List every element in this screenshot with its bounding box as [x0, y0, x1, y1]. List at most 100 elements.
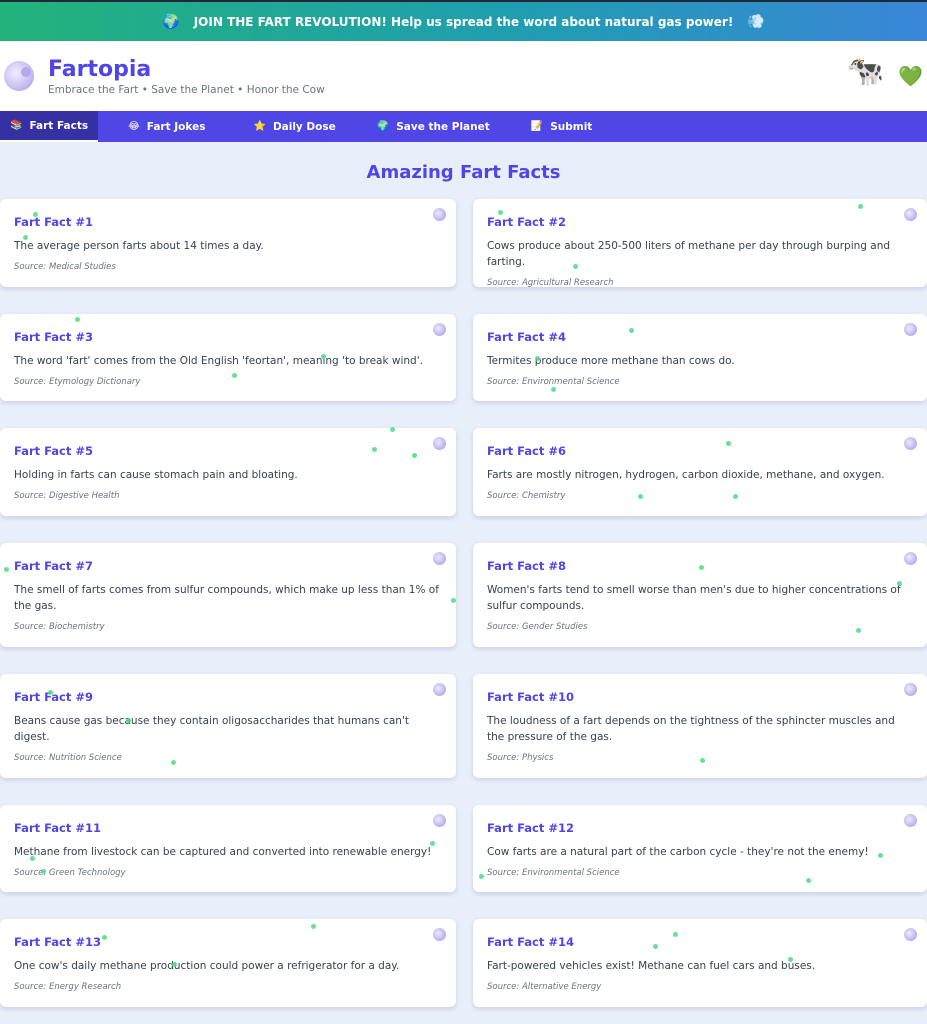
fact-title: Fart Fact #4	[487, 330, 567, 344]
gas-bubble	[311, 924, 316, 929]
gas-bubble	[172, 962, 177, 967]
cloud-icon	[904, 928, 917, 941]
gas-bubble	[4, 567, 9, 572]
nav-label: Fart Facts	[29, 119, 89, 132]
fact-card: Fart Fact #11 Methane from livestock can…	[0, 805, 456, 892]
fact-source: Source: Energy Research	[14, 982, 122, 992]
fact-title: Fart Fact #1	[14, 215, 94, 229]
cloud-icon	[904, 552, 917, 565]
cow-icon: 🐄	[846, 54, 885, 89]
star-icon: ⭐	[253, 121, 266, 132]
site-header: Fartopia Embrace the Fart • Save the Pla…	[0, 41, 927, 111]
fact-text: Cow farts are a natural part of the carb…	[487, 846, 869, 858]
gas-bubble	[412, 453, 417, 458]
wind-icon: 💨	[747, 13, 765, 30]
fact-card: Fart Fact #5 Holding in farts can cause …	[0, 428, 456, 516]
fact-source: Source: Environmental Science	[487, 868, 620, 878]
fact-title: Fart Fact #10	[487, 690, 575, 704]
nav-tab-daily-dose[interactable]: ⭐ Daily Dose	[231, 111, 361, 142]
fact-card: Fart Fact #14 Fart-powered vehicles exis…	[473, 919, 927, 1007]
laughing-face-icon: 😂	[128, 121, 140, 132]
fact-text: Termites produce more methane than cows …	[487, 355, 735, 367]
fact-title: Fart Fact #14	[487, 935, 575, 949]
cloud-icon	[904, 437, 917, 450]
gas-bubble	[23, 235, 28, 240]
gas-bubble	[551, 387, 556, 392]
gas-bubble	[430, 841, 435, 846]
fact-title: Fart Fact #12	[487, 821, 575, 835]
gas-bubble	[451, 598, 456, 603]
gas-bubble	[856, 628, 861, 633]
fact-card: Fart Fact #2 Cows produce about 250-500 …	[473, 199, 927, 288]
cloud-icon	[433, 208, 446, 221]
cloud-icon	[433, 814, 446, 827]
gas-bubble	[321, 354, 326, 359]
globe-icon: 🌍	[162, 13, 180, 30]
fact-card: Fart Fact #3 The word 'fart' comes from …	[0, 314, 456, 401]
fact-title: Fart Fact #13	[14, 935, 102, 949]
cloud-icon	[904, 683, 917, 696]
fact-title: Fart Fact #2	[487, 215, 567, 229]
gas-bubble	[673, 932, 678, 937]
fact-source: Source: Green Technology	[14, 868, 126, 878]
gas-bubble	[372, 447, 377, 452]
fact-source: Source: Alternative Energy	[487, 982, 602, 992]
gas-bubble	[232, 373, 237, 378]
gas-bubble	[171, 760, 176, 765]
fact-text: Fart-powered vehicles exist! Methane can…	[487, 960, 816, 972]
gas-bubble	[573, 264, 578, 269]
banner-text: JOIN THE FART REVOLUTION! Help us spread…	[193, 14, 734, 29]
fact-title: Fart Fact #7	[14, 559, 94, 573]
gas-bubble	[390, 427, 395, 432]
gas-bubble	[733, 494, 738, 499]
fact-text: Holding in farts can cause stomach pain …	[14, 469, 298, 481]
gas-bubble	[638, 494, 643, 499]
fact-card: Fart Fact #9 Beans cause gas because the…	[0, 674, 456, 778]
site-subtitle: Embrace the Fart • Save the Planet • Hon…	[48, 83, 325, 96]
nav-tab-fart-jokes[interactable]: 😂 Fart Jokes	[98, 111, 231, 142]
fact-text: Methane from livestock can be captured a…	[14, 846, 432, 858]
gas-bubble	[788, 957, 793, 962]
fact-text: Cows produce about 250-500 liters of met…	[487, 240, 891, 268]
gas-bubble	[726, 441, 731, 446]
heart-icon: 💚	[898, 64, 923, 88]
gas-bubble	[653, 944, 658, 949]
fact-text: The loudness of a fart depends on the ti…	[487, 715, 895, 743]
fact-source: Source: Nutrition Science	[14, 753, 122, 763]
fact-source: Source: Etymology Dictionary	[14, 377, 141, 387]
gas-bubble	[498, 210, 503, 215]
cloud-icon	[904, 814, 917, 827]
gas-bubble	[126, 718, 131, 723]
fact-source: Source: Medical Studies	[14, 262, 116, 272]
brand: Fartopia Embrace the Fart • Save the Pla…	[48, 57, 325, 96]
fact-text: The word 'fart' comes from the Old Engli…	[14, 355, 423, 367]
fact-source: Source: Gender Studies	[487, 622, 588, 632]
gas-bubble	[102, 935, 107, 940]
nav-tab-fart-facts[interactable]: 📚 Fart Facts	[0, 111, 99, 142]
fact-text: Farts are mostly nitrogen, hydrogen, car…	[487, 469, 885, 481]
nav-label: Daily Dose	[272, 120, 336, 133]
fact-text: One cow's daily methane production could…	[14, 960, 400, 972]
memo-icon: 📝	[530, 121, 544, 132]
page-title: Amazing Fart Facts	[366, 162, 561, 183]
cloud-icon	[904, 208, 917, 221]
logo-cloud-icon	[4, 61, 34, 91]
gas-bubble	[48, 690, 53, 695]
cloud-icon	[433, 323, 446, 336]
nav-label: Save the Planet	[396, 120, 490, 133]
fact-card: Fart Fact #7 The smell of farts comes fr…	[0, 543, 456, 647]
site-title[interactable]: Fartopia	[48, 57, 325, 83]
fact-source: Source: Chemistry	[487, 491, 566, 501]
gas-bubble	[700, 758, 705, 763]
cloud-icon	[433, 683, 446, 696]
nav-tab-submit[interactable]: 📝 Submit	[516, 111, 619, 142]
gas-bubble	[897, 581, 902, 586]
nav-label: Fart Jokes	[146, 120, 206, 133]
fact-text: Women's farts tend to smell worse than m…	[487, 584, 901, 612]
fact-text: Beans cause gas because they contain oli…	[14, 715, 409, 743]
gas-bubble	[878, 853, 883, 858]
gas-bubble	[806, 878, 811, 883]
header-mascots: 🐄 💚	[847, 55, 923, 89]
globe-icon: 🌍	[376, 121, 390, 132]
nav-tab-save-the-planet[interactable]: 🌍 Save the Planet	[362, 111, 516, 142]
